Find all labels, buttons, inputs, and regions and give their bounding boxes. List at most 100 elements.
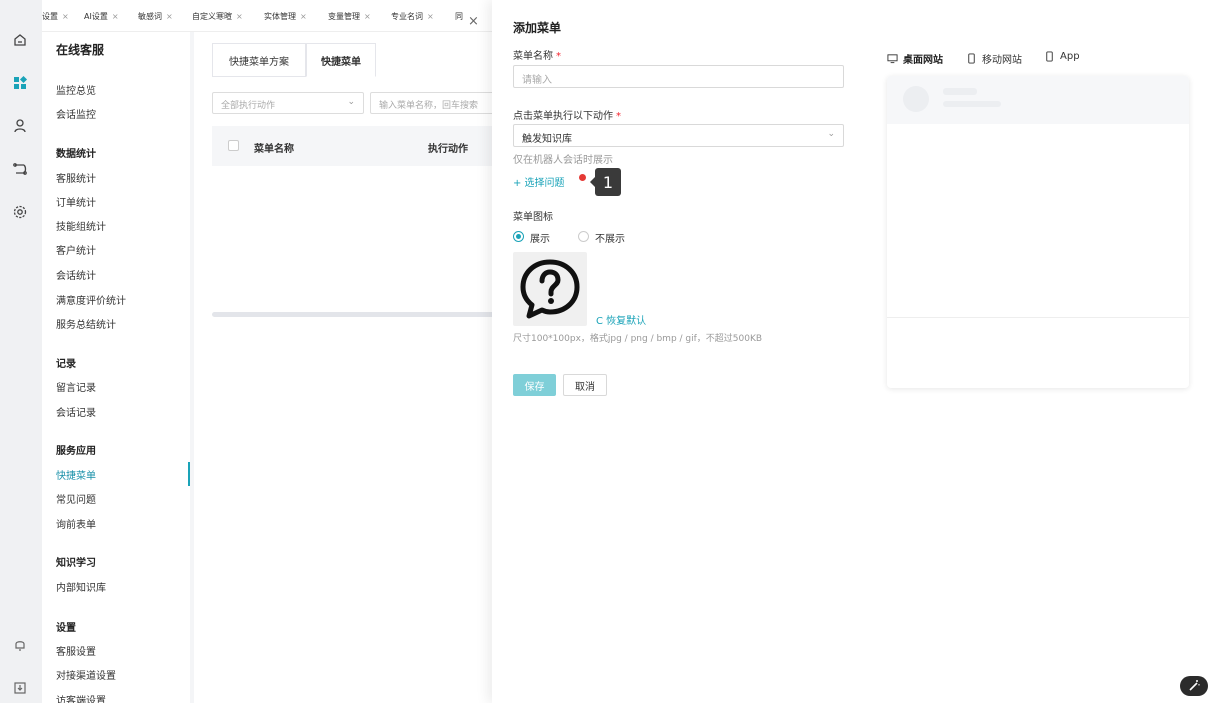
tab-strip: 设置 × AI设置 × 敏感词 × 自定义寒暄 × 实体管理 × 变量管理 × 专业名词 × … [42,0,492,32]
menu-name-input[interactable]: 请输入 [513,65,844,88]
column-header-action: 执行动作 [428,144,468,155]
sidebar-item-internal-kb[interactable]: 内部知识库 [56,579,106,594]
mobile-icon [968,53,975,64]
sidebar-item-faq[interactable]: 常见问题 [56,491,96,506]
sidebar-item-order-stats[interactable]: 订单统计 [56,194,96,209]
sidebar-item-agent-stats[interactable]: 客服统计 [56,170,96,185]
sidebar-item-satisfaction-stats[interactable]: 满意度评价统计 [56,292,126,307]
sidebar-item-summary-stats[interactable]: 服务总结统计 [56,316,116,331]
avatar [903,86,929,112]
drawer-title: 添加菜单 [513,21,562,35]
preview-tab-desktop[interactable]: 桌面网站 [887,51,943,66]
horizontal-scrollbar[interactable] [212,312,502,317]
icon-size-hint: 尺寸100*100px，格式jpg / png / bmp / gif，不超过5… [513,334,763,344]
background-content: 快捷菜单方案 快捷菜单 全部执行动作 ⌄ 输入菜单名称，回车搜索 菜单名称 执行… [190,32,502,703]
magic-wand-button[interactable] [1180,676,1208,696]
sidebar-section-heading: 知识学习 [56,558,96,569]
chat-preview-header [887,76,1189,124]
cancel-button[interactable]: 取消 [563,374,607,396]
tab-close-icon[interactable]: × [166,12,173,21]
chat-preview [887,76,1189,388]
add-menu-drawer: 添加菜单 菜单名称 * 请输入 点击菜单执行以下动作 * 触发知识库 ⌄ 仅在机器人… [492,0,1214,703]
chevron-down-icon: ⌄ [827,129,835,139]
sidebar-item-visitor-settings[interactable]: 访客端设置 [56,692,106,703]
menu-name-label: 菜单名称 * [513,51,561,62]
close-drawer-icon[interactable]: × [468,14,479,29]
restore-default-link[interactable]: C 恢复默认 [596,312,646,327]
sidebar-section-heading: 数据统计 [56,149,96,160]
tab-close-icon[interactable]: × [112,12,119,21]
sidebar-title: 在线客服 [56,43,105,57]
select-question-link[interactable]: + 选择问题 [513,174,565,189]
save-button[interactable]: 保存 [513,374,556,396]
menu-search-input[interactable]: 输入菜单名称，回车搜索 [370,92,500,114]
sidebar-item-message-records[interactable]: 留言记录 [56,379,96,394]
tab-item[interactable]: 同 [455,11,463,22]
flow-icon[interactable] [11,160,29,178]
tab-close-icon[interactable]: × [300,12,307,21]
bell-icon[interactable] [11,636,29,654]
tab-item[interactable]: 变量管理 × [328,11,371,22]
action-select[interactable]: 触发知识库 ⌄ [513,124,844,147]
sidebar-item-session-monitor[interactable]: 会话监控 [56,106,96,121]
sidebar-item-skill-group-stats[interactable]: 技能组统计 [56,218,106,233]
action-label: 点击菜单执行以下动作 * [513,111,621,122]
menu-icon-preview[interactable] [513,252,587,326]
question-bubble-icon [520,259,580,319]
tab-quick-menu-scheme[interactable]: 快捷菜单方案 [212,43,306,77]
tab-close-icon[interactable]: × [364,12,371,21]
tab-item[interactable]: 设置 × [42,11,69,22]
tab-close-icon[interactable]: × [236,12,243,21]
radio-hide[interactable] [578,231,589,242]
home-icon[interactable] [11,31,29,49]
left-rail [0,0,42,703]
radio-show[interactable] [513,231,524,242]
user-group-icon[interactable] [11,117,29,135]
tab-quick-menu[interactable]: 快捷菜单 [306,43,376,77]
sidebar-item-quick-menu[interactable]: 快捷菜单 [56,467,96,482]
action-hint: 仅在机器人会话时展示 [513,155,613,166]
chevron-down-icon: ⌄ [347,97,355,107]
sidebar-item-channel-settings[interactable]: 对接渠道设置 [56,667,116,682]
tab-item[interactable]: AI设置 × [84,11,119,22]
sidebar-section-heading: 服务应用 [56,446,96,457]
tab-item[interactable]: 敏感词 × [138,11,173,22]
tab-close-icon[interactable]: × [427,12,434,21]
divider [887,317,1189,318]
gear-icon[interactable] [11,203,29,221]
sidebar-section-heading: 设置 [56,623,76,634]
sidebar: 在线客服 监控总览 会话监控 数据统计 客服统计 订单统计 技能组统计 客户统计… [42,32,190,703]
tab-item[interactable]: 自定义寒暄 × [192,11,243,22]
apps-icon[interactable] [11,74,29,92]
action-filter-select[interactable]: 全部执行动作 ⌄ [212,92,364,114]
menu-icon-label: 菜单图标 [513,212,553,223]
placeholder-line [943,101,1001,107]
sidebar-item-session-records[interactable]: 会话记录 [56,404,96,419]
tab-item[interactable]: 专业名词 × [391,11,434,22]
placeholder-line [943,88,977,95]
tab-item[interactable]: 实体管理 × [264,11,307,22]
sidebar-item-monitor-overview[interactable]: 监控总览 [56,82,96,97]
required-mark: * [556,51,561,62]
mobile-icon [1046,51,1053,62]
tab-close-icon[interactable]: × [62,12,69,21]
column-header-name: 菜单名称 [254,144,294,155]
sidebar-item-agent-settings[interactable]: 客服设置 [56,643,96,658]
download-icon[interactable] [11,679,29,697]
step-badge: 1 [590,168,621,196]
click-marker [579,174,586,181]
radio-hide-label[interactable]: 不展示 [595,230,625,245]
sidebar-item-session-stats[interactable]: 会话统计 [56,267,96,282]
select-all-checkbox[interactable] [228,140,239,151]
sidebar-section-heading: 记录 [56,359,76,370]
preview-tab-app[interactable]: App [1044,51,1080,62]
sidebar-item-customer-stats[interactable]: 客户统计 [56,242,96,257]
required-mark: * [616,111,621,122]
content-card: 快捷菜单方案 快捷菜单 全部执行动作 ⌄ 输入菜单名称，回车搜索 菜单名称 执行… [194,32,502,703]
table-header: 菜单名称 执行动作 [212,126,502,166]
magic-wand-icon [1189,680,1200,691]
monitor-icon [887,54,898,64]
sidebar-item-pre-chat-form[interactable]: 询前表单 [56,516,96,531]
radio-show-label[interactable]: 展示 [530,230,550,245]
preview-tab-mobile[interactable]: 移动网站 [966,51,1022,66]
